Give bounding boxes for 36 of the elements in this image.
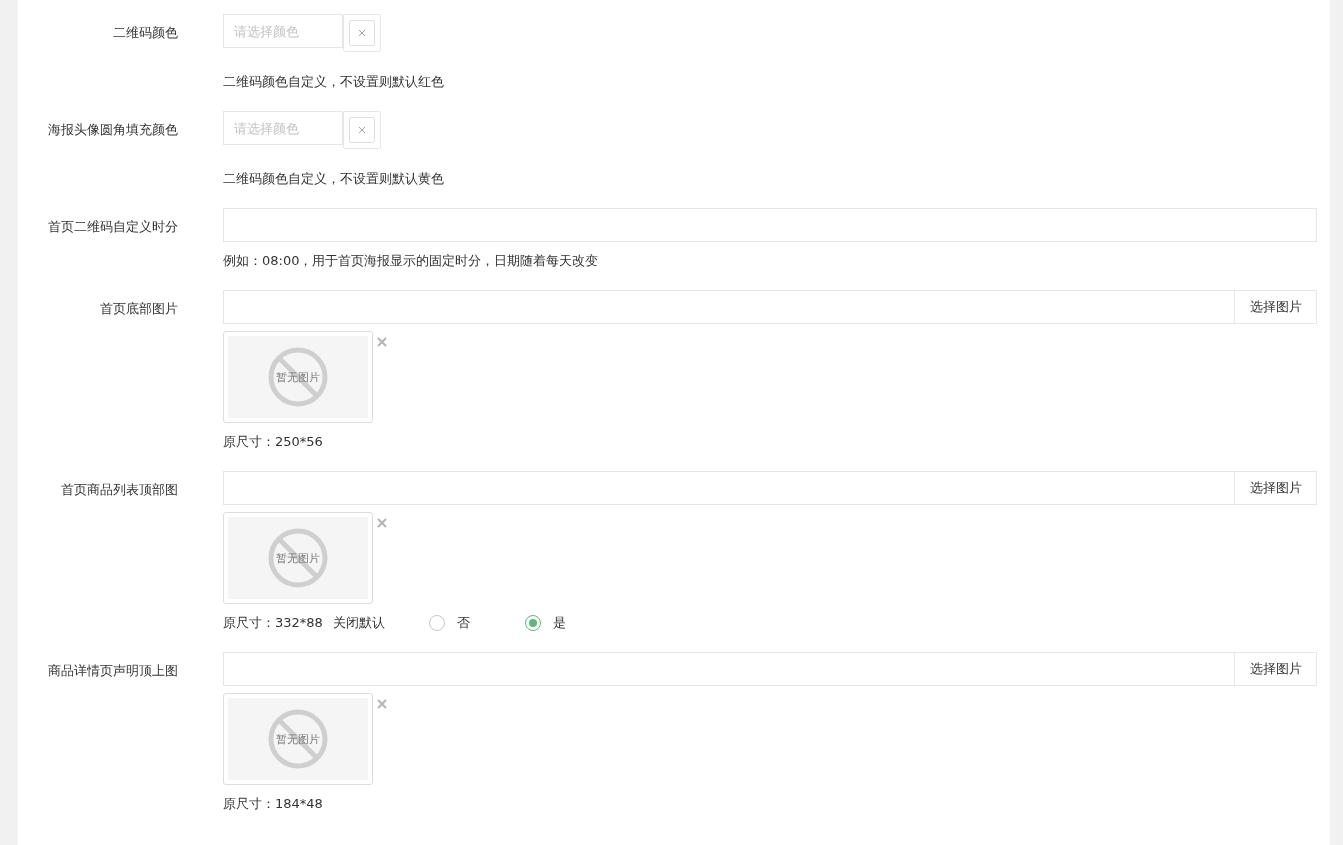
field-label: 首页底部图片 xyxy=(99,300,178,318)
color-swatch-box[interactable] xyxy=(343,14,381,52)
help-text: 原尺寸：250*56 xyxy=(223,433,323,451)
field-label: 首页二维码自定义时分 xyxy=(48,218,178,236)
image-path-field[interactable]: 选择图片 xyxy=(223,652,1317,686)
remove-icon xyxy=(377,518,387,528)
no-image-icon xyxy=(268,709,328,769)
help-text: 二维码颜色自定义，不设置则默认黄色 xyxy=(223,170,444,188)
field-label: 商品详情页声明顶上图 xyxy=(48,662,178,680)
text-input-field[interactable] xyxy=(223,208,1317,242)
help-text: 例如：08:00，用于首页海报显示的固定时分，日期随着每天改变 xyxy=(223,252,599,270)
placeholder-text: 暂无图片 xyxy=(276,550,320,566)
help-text: 原尺寸：332*88 xyxy=(223,614,323,632)
color-input-field[interactable]: 请选择颜色 xyxy=(223,111,343,145)
radio-option[interactable]: 否 xyxy=(428,614,470,632)
field-label: 二维码颜色 xyxy=(112,24,178,42)
color-swatch-box[interactable] xyxy=(343,111,381,149)
clear-button[interactable] xyxy=(349,117,375,143)
close-icon xyxy=(358,126,366,134)
clear-button[interactable] xyxy=(349,20,375,46)
help-text: 二维码颜色自定义，不设置则默认红色 xyxy=(223,73,444,91)
close-icon xyxy=(358,29,366,37)
field-label: 海报头像圆角填充颜色 xyxy=(48,121,178,139)
radio-option[interactable]: 是 xyxy=(524,614,566,632)
radio-group-label: 关闭默认 xyxy=(332,614,385,632)
color-input-field[interactable]: 请选择颜色 xyxy=(223,14,343,48)
image-path-field[interactable]: 选择图片 xyxy=(223,471,1317,505)
image-path-field[interactable]: 选择图片 xyxy=(223,290,1317,324)
field-label: 首页商品列表顶部图 xyxy=(60,481,178,499)
no-image-icon xyxy=(268,347,328,407)
help-text: 原尺寸：184*48 xyxy=(223,795,323,813)
placeholder-text: 暂无图片 xyxy=(276,731,320,747)
no-image-icon xyxy=(268,528,328,588)
remove-icon xyxy=(377,337,387,347)
remove-icon xyxy=(377,699,387,709)
placeholder-text: 暂无图片 xyxy=(276,369,320,385)
